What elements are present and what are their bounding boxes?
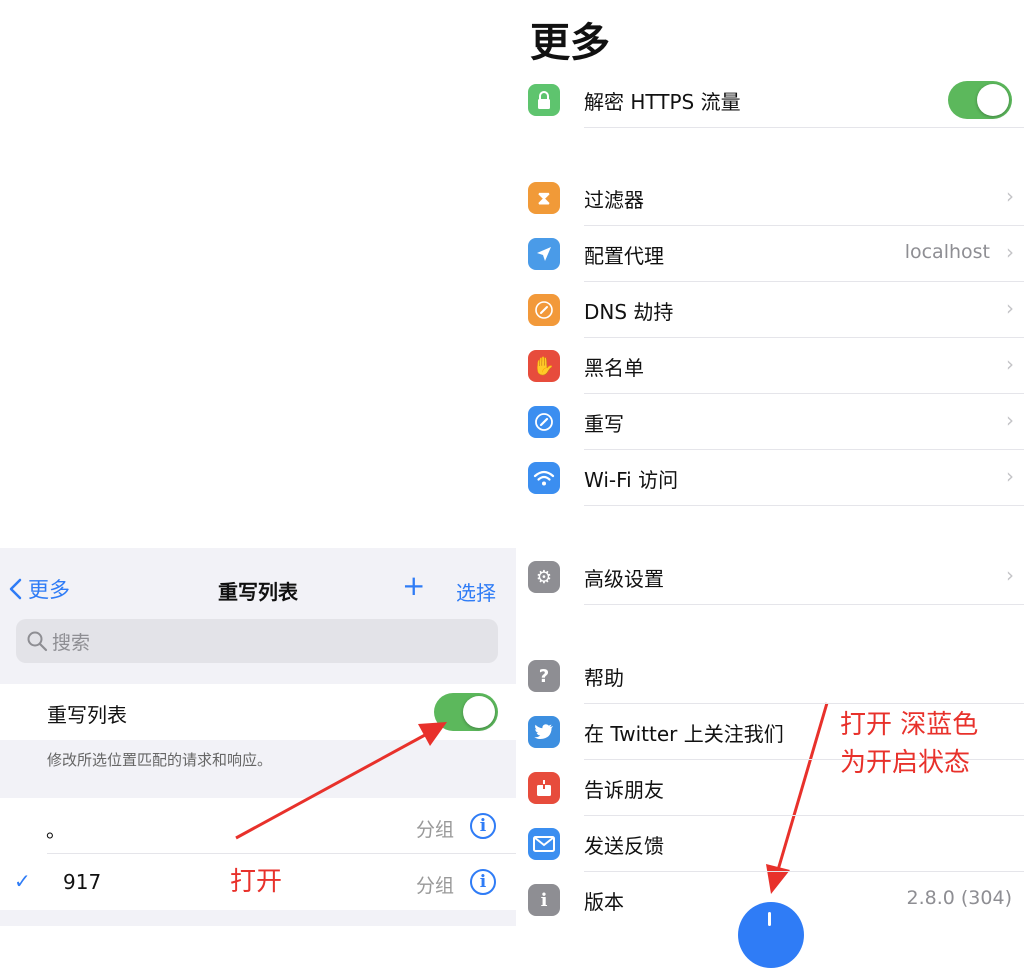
chevron-right-icon: › — [1006, 296, 1014, 320]
hand-icon: ✋ — [528, 350, 560, 382]
menu-item-feedback[interactable]: 发送反馈 — [528, 816, 1024, 872]
power-icon — [768, 912, 771, 926]
menu-item-label: 帮助 — [584, 666, 624, 690]
https-label: 解密 HTTPS 流量 — [584, 90, 741, 114]
menu-item-label: 重写 — [584, 412, 624, 436]
annotation-line-1: 打开 深蓝色 — [840, 710, 979, 740]
menu-item-label: Wi-Fi 访问 — [584, 468, 679, 492]
menu-item-advanced[interactable]: ⚙ 高级设置 › — [528, 549, 1024, 605]
menu-item-filter[interactable]: ⧗ 过滤器 › — [528, 170, 1024, 226]
menu-item-label: 在 Twitter 上关注我们 — [584, 722, 784, 746]
menu-item-label: 告诉朋友 — [584, 778, 664, 802]
power-button[interactable] — [738, 902, 804, 968]
hourglass-icon: ⧗ — [528, 182, 560, 214]
https-decrypt-row: 解密 HTTPS 流量 — [528, 72, 1024, 128]
chevron-right-icon: › — [1006, 240, 1014, 264]
lock-icon — [528, 84, 560, 116]
menu-item-label: 过滤器 — [584, 188, 644, 212]
annotation-line-2: 为开启状态 — [840, 748, 971, 778]
share-icon — [528, 772, 560, 804]
menu-item-wifi[interactable]: Wi-Fi 访问 › — [528, 450, 1024, 506]
annotation-blue-state: 打开 深蓝色 为开启状态 — [840, 706, 978, 782]
proxy-value: localhost — [904, 241, 990, 263]
menu-item-rewrite[interactable]: 重写 › — [528, 394, 1024, 450]
menu-item-help[interactable]: ? 帮助 — [528, 648, 1024, 704]
menu-item-proxy[interactable]: 配置代理 localhost › — [528, 226, 1024, 282]
menu-item-label: 黑名单 — [584, 356, 644, 380]
menu-item-blacklist[interactable]: ✋ 黑名单 › — [528, 338, 1024, 394]
info-icon: i — [528, 884, 560, 916]
page-title: 更多 — [530, 20, 610, 66]
gear-icon: ⚙ — [528, 561, 560, 593]
menu-item-label: 高级设置 — [584, 567, 664, 591]
wifi-icon — [528, 462, 560, 494]
menu-item-dns[interactable]: DNS 劫持 › — [528, 282, 1024, 338]
mail-icon — [528, 828, 560, 860]
version-value: 2.8.0 (304) — [906, 887, 1012, 909]
compass-icon — [528, 406, 560, 438]
chevron-right-icon: › — [1006, 563, 1014, 587]
chevron-right-icon: › — [1006, 184, 1014, 208]
question-icon: ? — [528, 660, 560, 692]
link-icon — [528, 294, 560, 326]
paper-plane-icon — [528, 238, 560, 270]
menu-item-label: 版本 — [584, 890, 624, 914]
chevron-right-icon: › — [1006, 352, 1014, 376]
https-toggle[interactable] — [948, 81, 1012, 119]
chevron-right-icon: › — [1006, 408, 1014, 432]
menu-item-label: 配置代理 — [584, 244, 664, 268]
menu-item-label: DNS 劫持 — [584, 300, 674, 324]
menu-item-label: 发送反馈 — [584, 834, 664, 858]
chevron-right-icon: › — [1006, 464, 1014, 488]
twitter-icon — [528, 716, 560, 748]
